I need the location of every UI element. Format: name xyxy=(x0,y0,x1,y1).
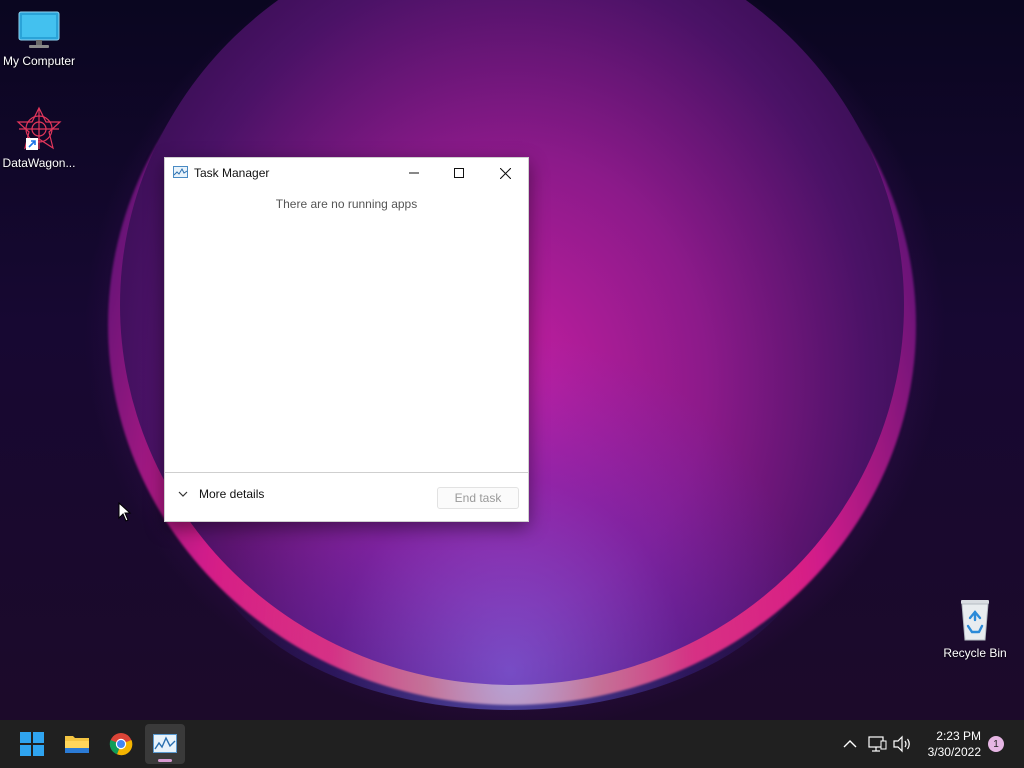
taskbar-file-explorer[interactable] xyxy=(57,724,97,764)
task-manager-icon xyxy=(173,166,188,178)
system-clock[interactable]: 2:23 PM 3/30/2022 xyxy=(928,728,981,760)
network-button[interactable] xyxy=(867,734,887,754)
notification-badge[interactable]: 1 xyxy=(988,736,1004,752)
desktop-icon-my-computer[interactable]: My Computer xyxy=(0,10,78,68)
title-bar[interactable]: Task Manager xyxy=(165,158,528,188)
window-footer: More details End task xyxy=(165,472,528,521)
minimize-button[interactable] xyxy=(391,158,437,188)
maximize-icon xyxy=(454,168,464,178)
taskbar-chrome[interactable] xyxy=(101,724,141,764)
clock-time: 2:23 PM xyxy=(936,729,981,743)
desktop-icon-recycle-bin[interactable]: Recycle Bin xyxy=(936,596,1014,660)
volume-icon xyxy=(893,735,910,753)
desktop-icon-label: DataWagon... xyxy=(2,156,76,170)
close-icon xyxy=(499,167,511,179)
task-manager-icon xyxy=(153,734,177,753)
active-app-indicator xyxy=(158,759,172,762)
datawagon-shortcut-icon xyxy=(16,106,62,150)
desktop-icon-datawagon[interactable]: DataWagon... xyxy=(0,106,78,170)
clock-date: 3/30/2022 xyxy=(927,745,981,759)
end-task-button[interactable]: End task xyxy=(437,487,519,509)
network-icon xyxy=(868,736,887,752)
taskbar-task-manager[interactable] xyxy=(145,724,185,764)
recycle-bin-icon xyxy=(961,600,989,641)
chevron-down-icon xyxy=(178,491,188,497)
volume-button[interactable] xyxy=(892,734,912,754)
more-details-label: More details xyxy=(199,487,265,501)
maximize-button[interactable] xyxy=(436,158,482,188)
desktop-icon-label: Recycle Bin xyxy=(943,646,1007,660)
task-manager-window: Task Manager There are no running apps M… xyxy=(164,157,529,522)
window-title: Task Manager xyxy=(194,166,270,180)
chevron-up-icon xyxy=(843,740,857,748)
mouse-cursor-icon xyxy=(118,502,132,522)
windows-start-icon xyxy=(20,732,44,756)
close-button[interactable] xyxy=(482,158,528,188)
empty-state-message: There are no running apps xyxy=(275,197,418,211)
minimize-icon xyxy=(409,172,419,174)
more-details-button[interactable]: More details xyxy=(177,487,264,501)
taskbar: 2:23 PM 3/30/2022 1 xyxy=(0,720,1024,768)
desktop-icon-label: My Computer xyxy=(2,54,76,68)
folder-icon xyxy=(65,736,89,753)
show-hidden-icons-button[interactable] xyxy=(840,734,860,754)
chrome-icon xyxy=(109,733,133,756)
start-button[interactable] xyxy=(12,724,52,764)
monitor-icon xyxy=(18,11,60,48)
